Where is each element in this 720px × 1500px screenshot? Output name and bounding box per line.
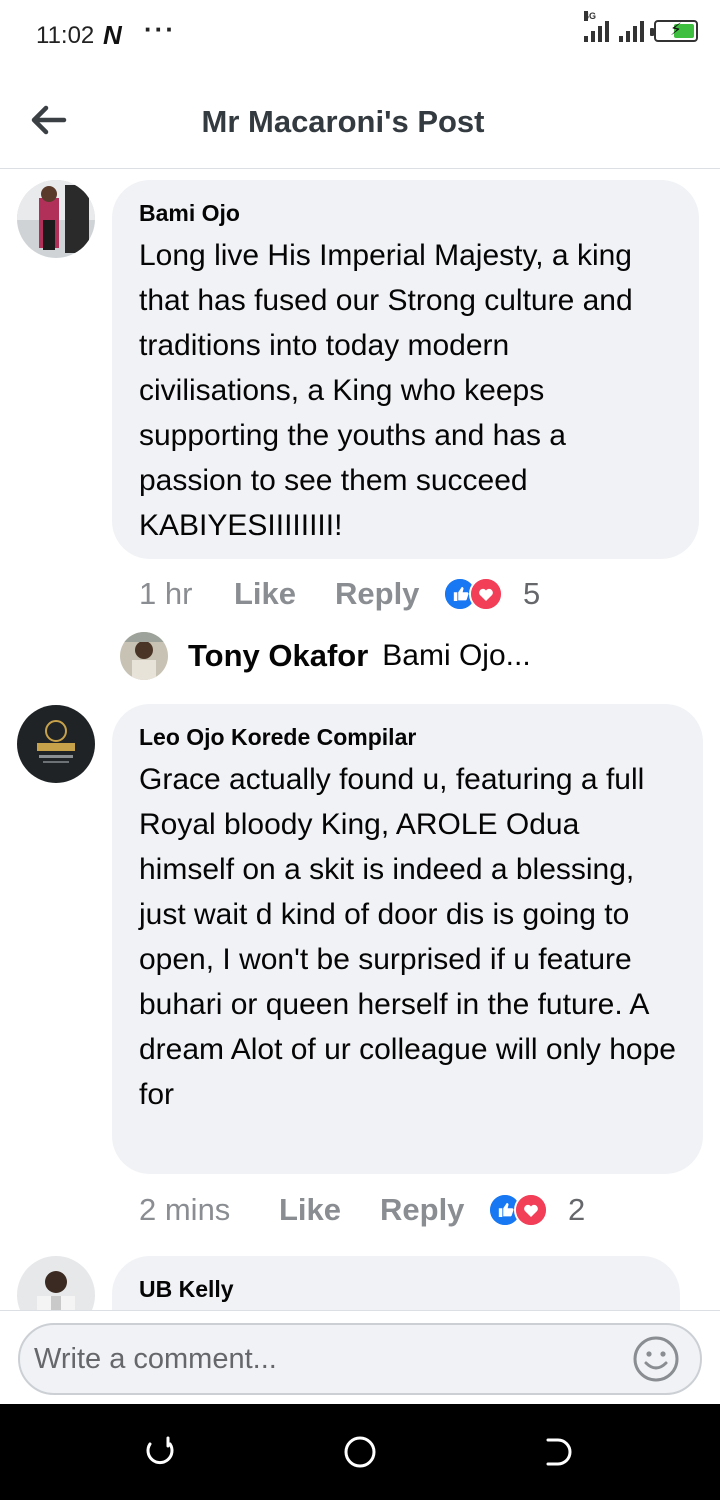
comment-author[interactable]: Bami Ojo [139,200,673,227]
comment-bubble[interactable]: UB Kelly [112,1256,680,1310]
smiley-icon[interactable] [632,1335,680,1383]
post-header: Mr Macaroni's Post [0,72,720,169]
comment-text: Grace actually found u, featuring a full… [139,763,676,1111]
reply-snippet: Bami Ojo... [382,639,531,672]
comment-actions: 1 hr Like Reply 5 [139,576,540,612]
comment-bubble[interactable]: Leo Ojo Korede Compilar Grace actually f… [112,704,703,1174]
avatar-ub-kelly[interactable] [17,1256,95,1310]
comment-author[interactable]: Leo Ojo Korede Compilar [139,724,677,751]
like-button[interactable]: Like [279,1192,380,1228]
battery-icon: ⚡ [650,20,698,42]
comment-time[interactable]: 1 hr [139,576,234,612]
avatar-image [120,632,168,680]
system-navigation-bar [0,1404,720,1500]
avatar-leo-ojo-korede[interactable] [17,705,95,783]
reaction-count: 2 [568,1192,586,1227]
reply-button[interactable]: Reply [380,1192,488,1228]
like-button[interactable]: Like [234,576,335,612]
status-indicators: 4G ⚡ [584,11,698,42]
comment-actions: 2 mins Like Reply 2 [139,1192,585,1228]
reply-author[interactable]: Tony Okafor [188,638,368,674]
network-type-label: 4G [584,11,597,21]
comment-input[interactable] [18,1323,702,1395]
status-bar: 11:02 N ··· 4G ⚡ [0,0,720,72]
comment-composer [0,1310,720,1404]
back-icon[interactable] [542,1434,578,1470]
reactions-summary[interactable] [443,577,505,611]
recent-apps-icon[interactable] [142,1434,178,1470]
comment-author[interactable]: UB Kelly [139,1276,654,1303]
comments-list[interactable]: Bami Ojo Long live His Imperial Majesty,… [0,170,720,1310]
reply-preview[interactable]: Tony Okafor Bami Ojo... [120,632,531,680]
home-icon[interactable] [342,1434,378,1470]
reactions-summary[interactable] [488,1193,550,1227]
charging-bolt-icon: ⚡ [670,20,682,39]
reaction-count: 5 [523,576,541,611]
avatar-tony-okafor[interactable] [120,632,168,680]
love-icon [469,577,503,611]
cell-signal-2-icon [619,20,644,42]
more-notifications-icon: ··· [144,14,176,44]
page-title: Mr Macaroni's Post [201,104,485,139]
avatar-image [17,705,95,783]
comment-bubble[interactable]: Bami Ojo Long live His Imperial Majesty,… [112,180,699,559]
avatar-image [17,180,95,258]
reply-button[interactable]: Reply [335,576,443,612]
comment-time[interactable]: 2 mins [139,1192,279,1228]
cell-signal-icon: 4G [584,11,609,42]
love-icon [514,1193,548,1227]
avatar-image [17,1256,95,1310]
avatar-bami-ojo[interactable] [17,180,95,258]
status-time: 11:02 [36,22,95,49]
comment-text: Long live His Imperial Majesty, a king t… [139,239,633,542]
notification-n-icon: N [103,20,122,50]
